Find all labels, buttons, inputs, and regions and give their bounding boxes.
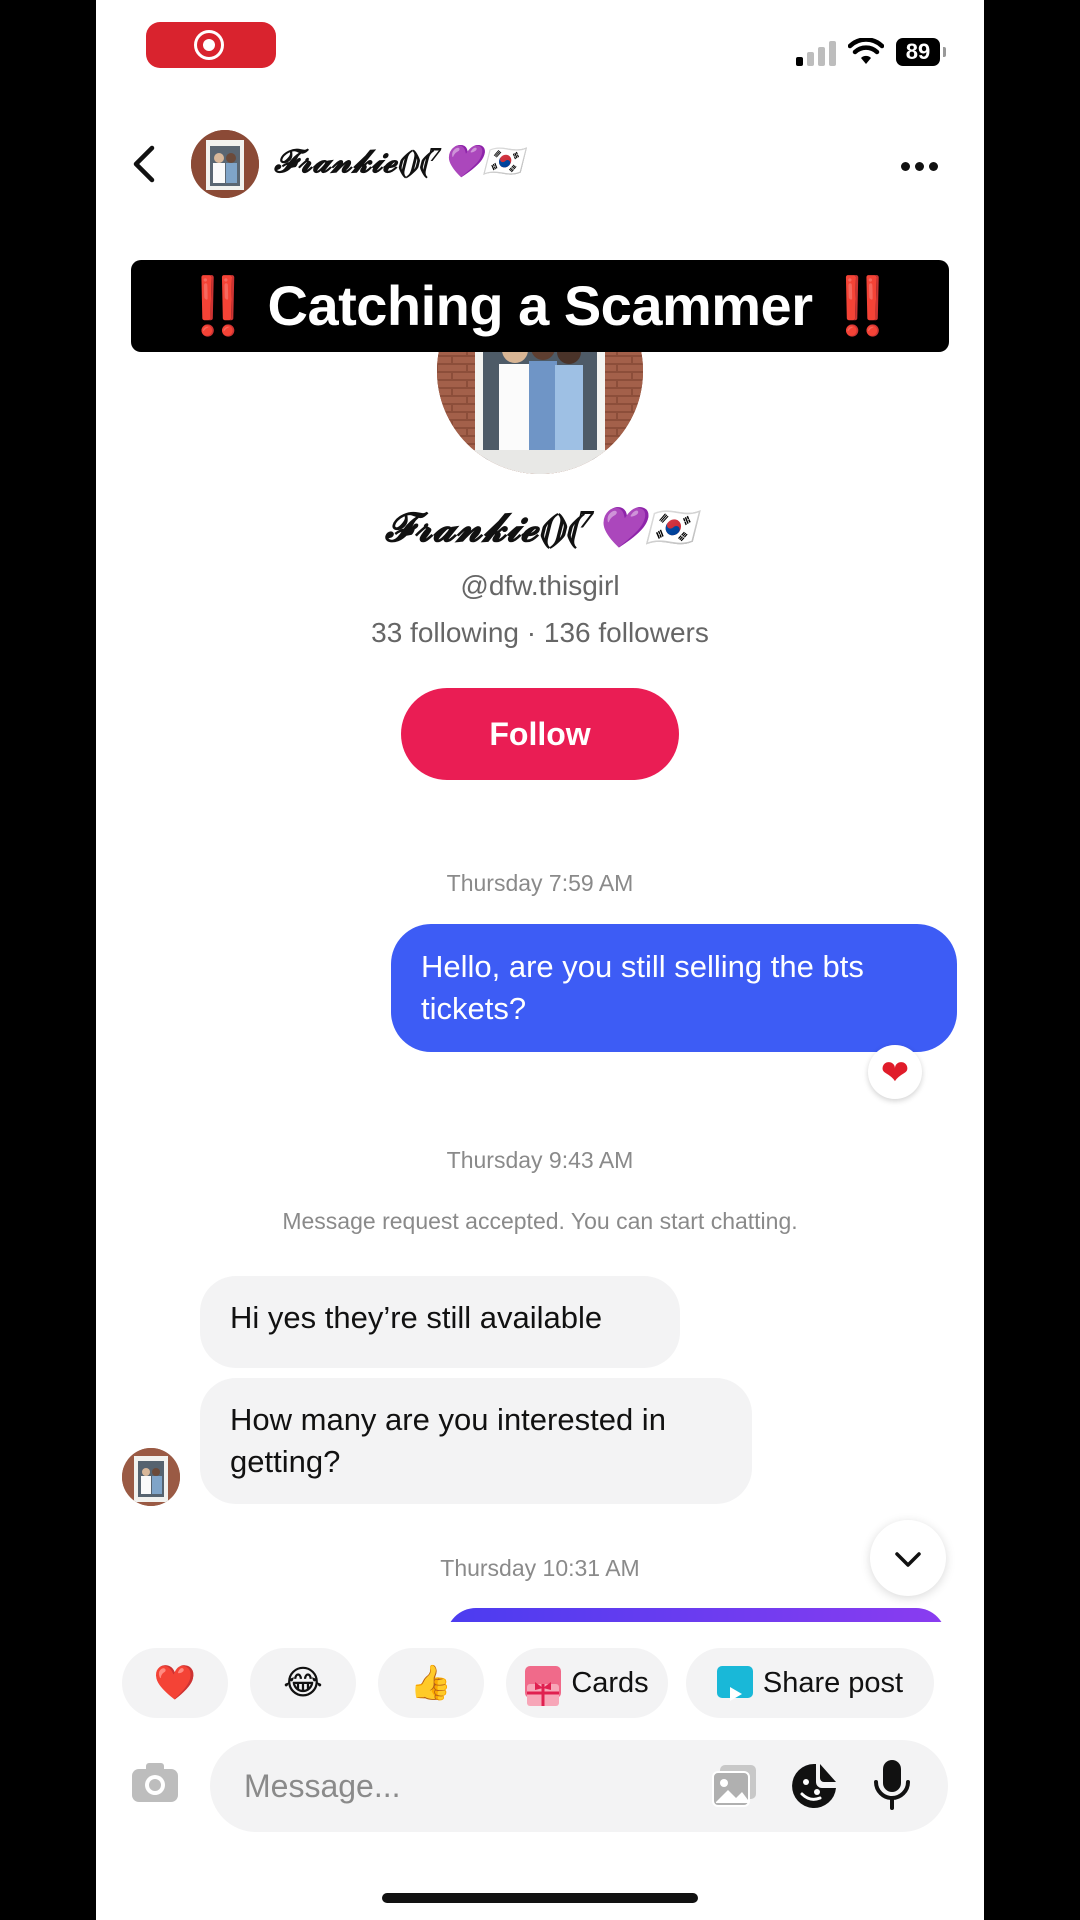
chat-screen: 89 𝓕𝓻𝓪𝓷𝓴𝓲𝓮⟬⟭⟬⁷💜🇰🇷 ‼️ Catching a Scammer … <box>96 0 984 1920</box>
cellular-signal-icon <box>796 40 840 66</box>
camera-icon[interactable] <box>130 1760 180 1804</box>
quick-reply-bar: ❤️ 😂 👍 Cards Share post <box>96 1622 984 1742</box>
record-icon <box>194 30 224 60</box>
thumbs-up-quick-reply[interactable]: 👍 <box>378 1648 484 1718</box>
double-exclamation-icon: ‼️ <box>183 274 253 337</box>
image-icon[interactable] <box>710 1762 760 1810</box>
message-composer: Message... <box>96 1740 984 1840</box>
outgoing-message[interactable]: Hello, are you still selling the bts tic… <box>391 924 957 1052</box>
sender-avatar[interactable] <box>122 1448 180 1506</box>
top-nav: 𝓕𝓻𝓪𝓷𝓴𝓲𝓮⟬⟭⟬⁷💜🇰🇷 <box>96 120 984 210</box>
profile-handle: @dfw.thisgirl <box>460 570 620 601</box>
caption-text: Catching a Scammer <box>267 274 813 337</box>
more-horizontal-icon[interactable] <box>901 158 943 176</box>
follow-stats: 33 following · 136 followers <box>371 617 709 648</box>
sticker-icon[interactable] <box>790 1762 838 1810</box>
screen-recording-indicator[interactable] <box>146 22 276 68</box>
incoming-message[interactable]: How many are you interested in getting? <box>200 1378 752 1504</box>
message-timestamp: Thursday 10:31 AM <box>440 1555 640 1581</box>
status-bar: 89 <box>96 0 984 100</box>
message-timestamp: Thursday 7:59 AM <box>446 870 634 896</box>
message-timestamp: Thursday 9:43 AM <box>446 1147 634 1173</box>
incoming-message[interactable]: Hi yes they’re still available <box>200 1276 680 1368</box>
scroll-to-bottom-button[interactable] <box>870 1520 946 1596</box>
battery-icon: 89 <box>896 38 946 66</box>
wifi-icon <box>848 38 884 64</box>
cards-button[interactable]: Cards <box>506 1648 668 1718</box>
heart-reaction-icon[interactable]: ❤ <box>868 1045 922 1099</box>
microphone-icon[interactable] <box>872 1758 912 1812</box>
video-caption-overlay: ‼️ Catching a Scammer ‼️ <box>131 260 949 352</box>
chevron-left-icon[interactable] <box>124 142 164 186</box>
gift-card-icon <box>525 1666 562 1707</box>
double-exclamation-icon: ‼️ <box>827 274 898 337</box>
laugh-quick-reply[interactable]: 😂 <box>250 1648 356 1718</box>
share-post-button[interactable]: Share post <box>686 1648 934 1718</box>
profile-name: 𝓕𝓻𝓪𝓷𝓴𝓲𝓮⟬⟭⟬⁷💜🇰🇷 <box>384 504 696 551</box>
home-indicator[interactable] <box>382 1893 698 1903</box>
avatar[interactable] <box>191 130 259 198</box>
heart-quick-reply[interactable]: ❤️ <box>122 1648 228 1718</box>
follow-button[interactable]: Follow <box>401 688 679 780</box>
chat-title[interactable]: 𝓕𝓻𝓪𝓷𝓴𝓲𝓮⟬⟭⟬⁷💜🇰🇷 <box>274 142 522 181</box>
chevron-down-icon <box>895 1552 921 1567</box>
share-post-icon <box>716 1666 753 1702</box>
system-message: Message request accepted. You can start … <box>282 1208 798 1234</box>
